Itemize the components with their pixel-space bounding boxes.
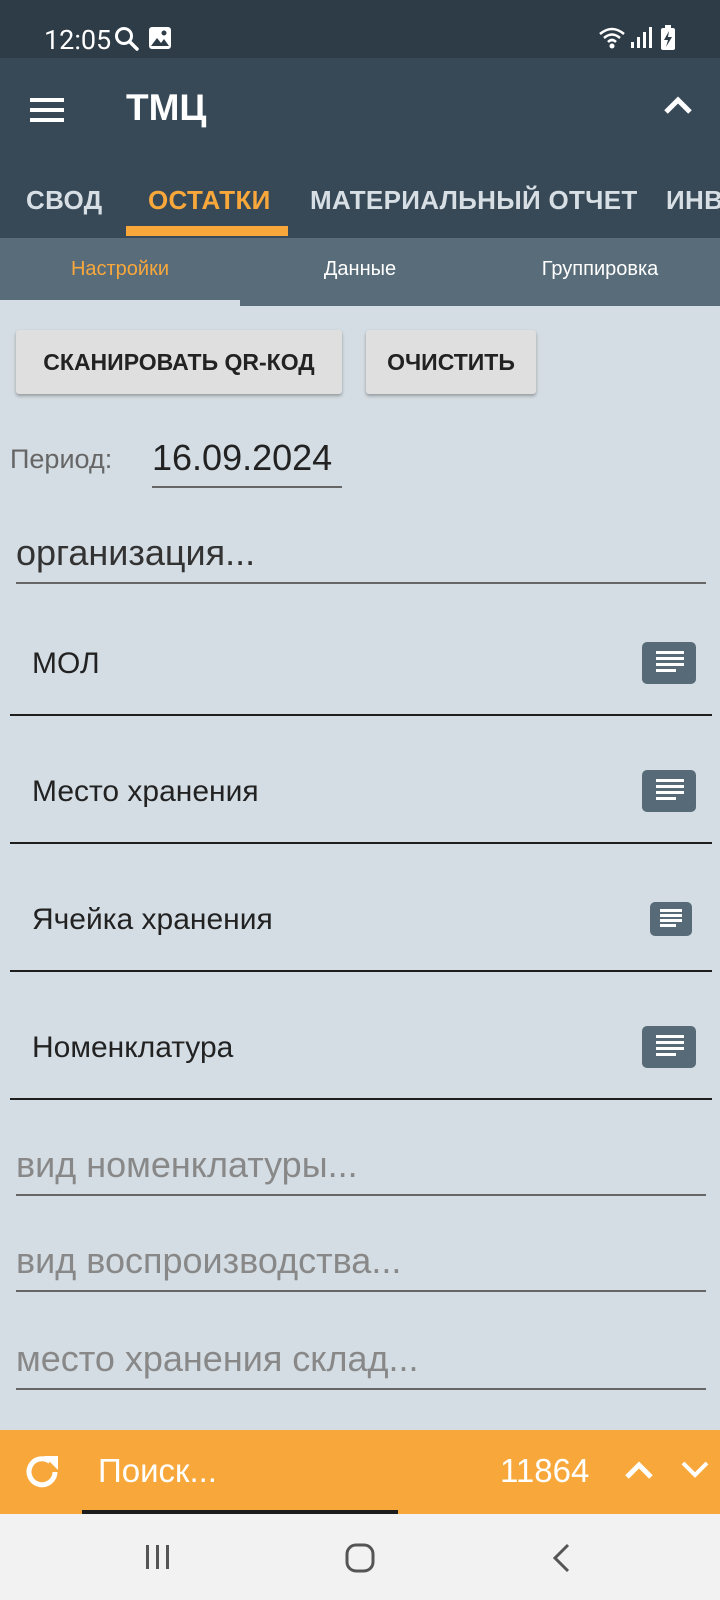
tab-svod[interactable]: СВОД	[26, 166, 103, 238]
tab-indicator	[126, 226, 288, 236]
warehouse-location-field[interactable]: место хранения склад...	[16, 1334, 706, 1390]
clear-button[interactable]: ОЧИСТИТЬ	[366, 330, 536, 394]
status-bar: 12:05	[0, 0, 720, 58]
storage-place-selector[interactable]: Место хранения	[10, 716, 712, 844]
subtab-indicator	[0, 300, 240, 308]
bottom-search-bar: Поиск... 11864	[0, 1430, 720, 1514]
result-count: 11864	[500, 1452, 590, 1489]
recent-apps-icon[interactable]	[144, 1542, 172, 1572]
subtab-data[interactable]: Данные	[240, 238, 480, 306]
storage-cell-label: Ячейка хранения	[32, 903, 273, 936]
period-label: Период:	[10, 444, 113, 474]
organization-field[interactable]: организация...	[16, 528, 706, 584]
nomenclature-type-field[interactable]: вид номенклатуры...	[16, 1140, 706, 1196]
tab-inv[interactable]: ИНВ	[666, 166, 720, 238]
chevron-down-icon[interactable]	[680, 1458, 710, 1482]
tab-material-report[interactable]: МАТЕРИАЛЬНЫЙ ОТЧЕТ	[310, 166, 638, 238]
home-icon[interactable]	[344, 1542, 376, 1574]
list-icon[interactable]	[642, 1026, 696, 1068]
hamburger-menu-icon[interactable]	[30, 96, 66, 124]
subtab-grouping[interactable]: Группировка	[480, 238, 720, 306]
storage-cell-selector[interactable]: Ячейка хранения	[10, 844, 712, 972]
subtab-settings[interactable]: Настройки	[0, 238, 240, 306]
list-icon[interactable]	[642, 642, 696, 684]
main-tabs: СВОД ОСТАТКИ МАТЕРИАЛЬНЫЙ ОТЧЕТ ИНВ	[0, 166, 720, 238]
reproduction-type-field[interactable]: вид воспроизводства...	[16, 1236, 706, 1292]
list-icon[interactable]	[642, 770, 696, 812]
image-icon	[149, 27, 171, 49]
app-bar: ТМЦ СВОД ОСТАТКИ МАТЕРИАЛЬНЫЙ ОТЧЕТ ИНВ	[0, 58, 720, 238]
mol-selector[interactable]: МОЛ	[10, 588, 712, 716]
collapse-chevron-up-icon[interactable]	[662, 94, 694, 118]
search-input[interactable]: Поиск...	[98, 1448, 398, 1494]
sub-tabs: Настройки Данные Группировка	[0, 238, 720, 306]
nomenclature-selector[interactable]: Номенклатура	[10, 972, 712, 1100]
period-date-field[interactable]: 16.09.2024	[152, 436, 342, 488]
status-time: 12:05	[44, 24, 112, 56]
back-icon[interactable]	[550, 1542, 574, 1574]
system-nav-bar	[0, 1514, 720, 1600]
wifi-icon	[599, 27, 625, 49]
storage-place-label: Место хранения	[32, 775, 259, 808]
nomenclature-label: Номенклатура	[32, 1031, 234, 1064]
scan-qr-button[interactable]: СКАНИРОВАТЬ QR-КОД	[16, 330, 342, 394]
signal-icon	[631, 27, 652, 48]
list-icon[interactable]	[650, 902, 692, 936]
battery-charging-icon	[661, 25, 675, 50]
mol-label: МОЛ	[32, 647, 100, 680]
chevron-up-icon[interactable]	[624, 1458, 654, 1482]
search-icon	[115, 27, 139, 51]
refresh-icon[interactable]	[22, 1452, 62, 1492]
app-title: ТМЦ	[126, 87, 207, 128]
